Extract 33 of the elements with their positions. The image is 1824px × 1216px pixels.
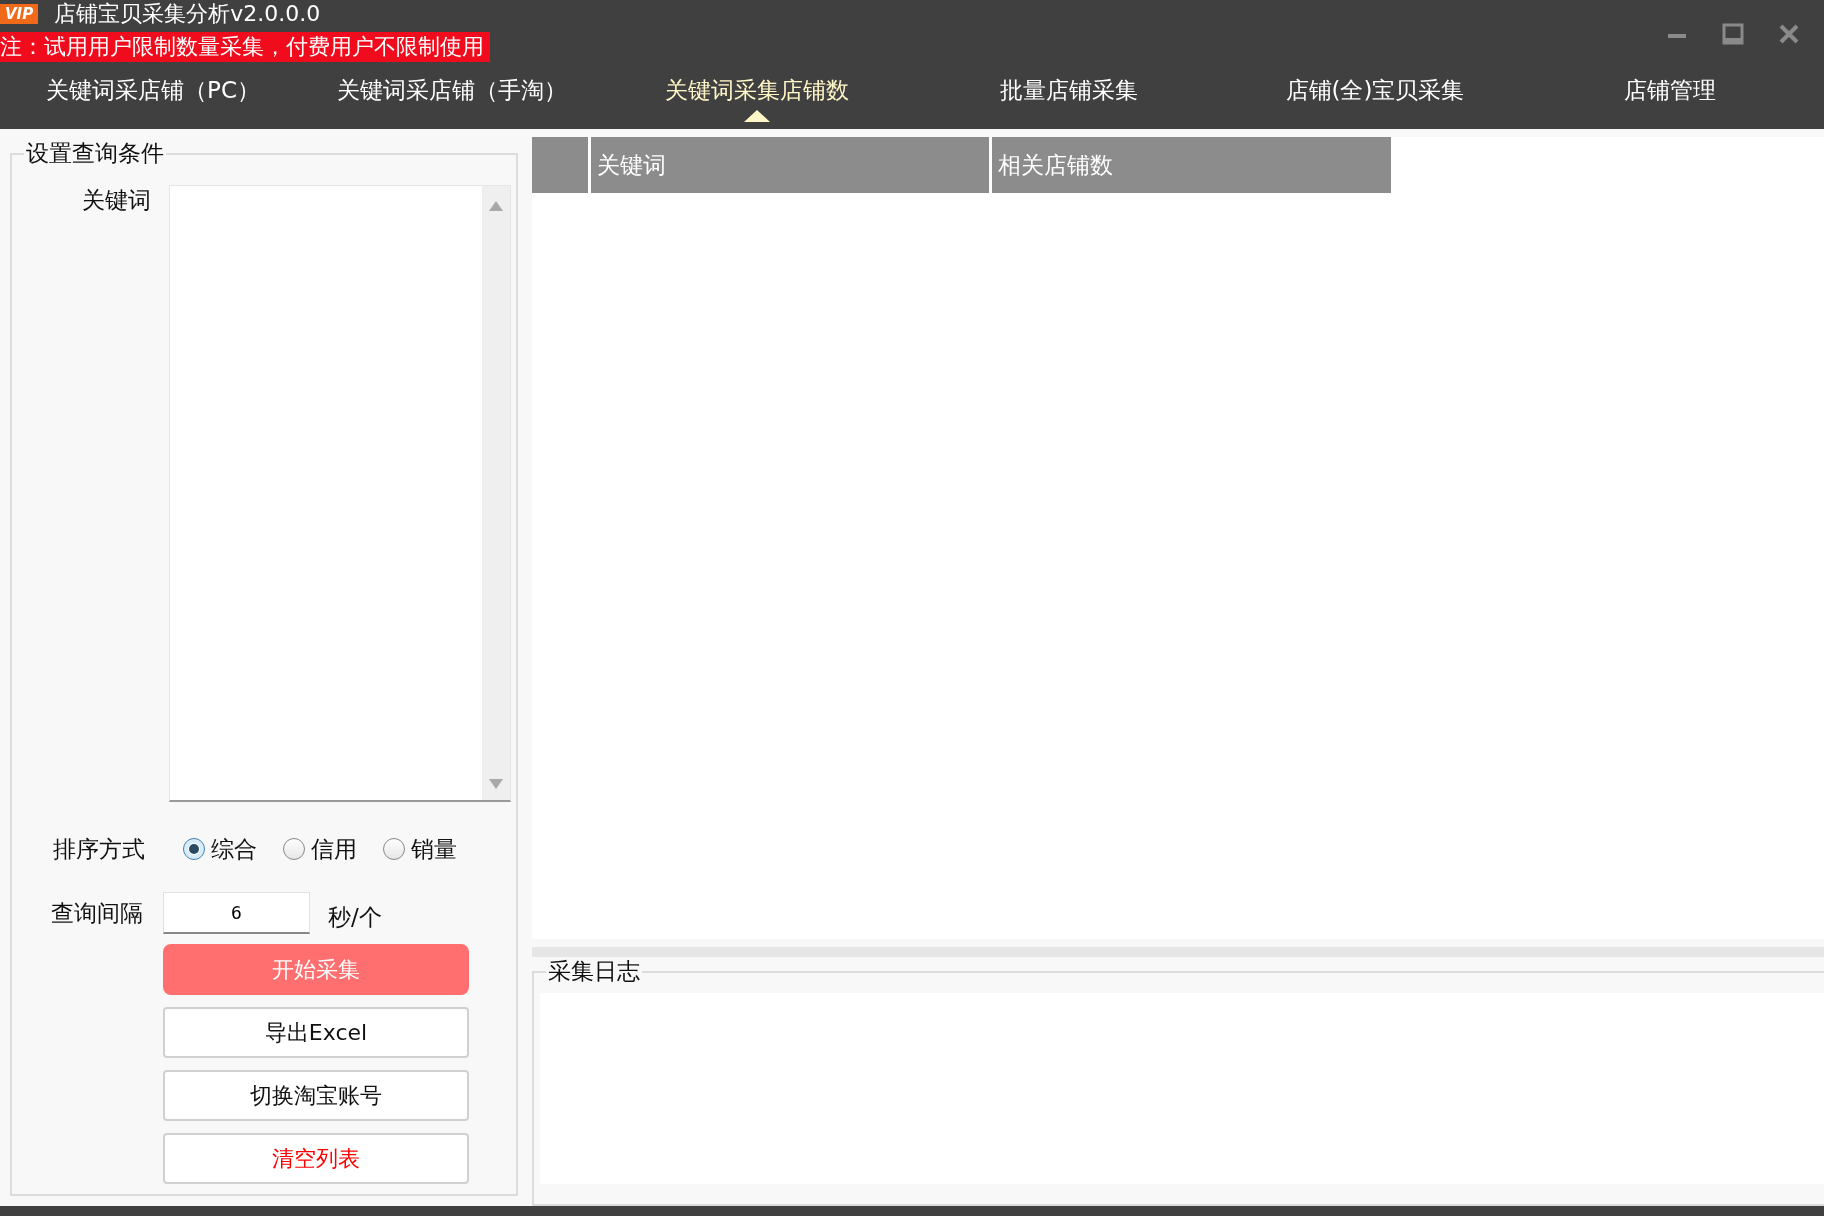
action-button[interactable]: 导出Excel [163, 1007, 469, 1058]
group-title: 设置查询条件 [24, 139, 166, 167]
scroll-up-icon[interactable] [488, 200, 504, 212]
scrollbar[interactable] [482, 186, 510, 800]
caret-icon [744, 110, 770, 122]
row-header-cell [532, 137, 588, 193]
action-button[interactable]: 切换淘宝账号 [163, 1070, 469, 1121]
radio-button[interactable] [283, 838, 305, 860]
action-button[interactable]: 清空列表 [163, 1133, 469, 1184]
interval-unit: 秒/个 [328, 902, 382, 932]
interval-label: 查询间隔 [50, 898, 144, 928]
log-title: 采集日志 [546, 957, 642, 985]
tab[interactable]: 批量店铺采集 [1000, 70, 1138, 110]
keyword-label: 关键词 [81, 186, 152, 215]
tab[interactable]: 关键词采店铺（手淘） [337, 70, 567, 110]
tab[interactable]: 关键词采店铺（PC） [46, 70, 260, 110]
close-icon[interactable] [1778, 23, 1800, 45]
scroll-down-icon[interactable] [488, 778, 504, 790]
trial-notice: 注：试用用户限制数量采集，付费用户不限制使用 [0, 32, 490, 62]
radio-label[interactable]: 信用 [311, 833, 357, 865]
interval-field[interactable]: 6 [163, 892, 310, 934]
vip-badge: VIP [0, 4, 39, 24]
keyword-input[interactable] [169, 185, 511, 802]
radio-label[interactable]: 销量 [411, 833, 457, 865]
radio-button[interactable] [383, 838, 405, 860]
radio-label[interactable]: 综合 [211, 833, 257, 865]
sort-label: 排序方式 [52, 834, 146, 864]
tab[interactable]: 店铺(全)宝贝采集 [1285, 70, 1465, 110]
maximize-icon[interactable] [1722, 23, 1744, 45]
tab[interactable]: 关键词采集店铺数 [665, 70, 849, 110]
window-title: 店铺宝贝采集分析v2.0.0.0 [54, 1, 321, 27]
radio-button[interactable] [183, 838, 205, 860]
tab[interactable]: 店铺管理 [1624, 70, 1716, 110]
